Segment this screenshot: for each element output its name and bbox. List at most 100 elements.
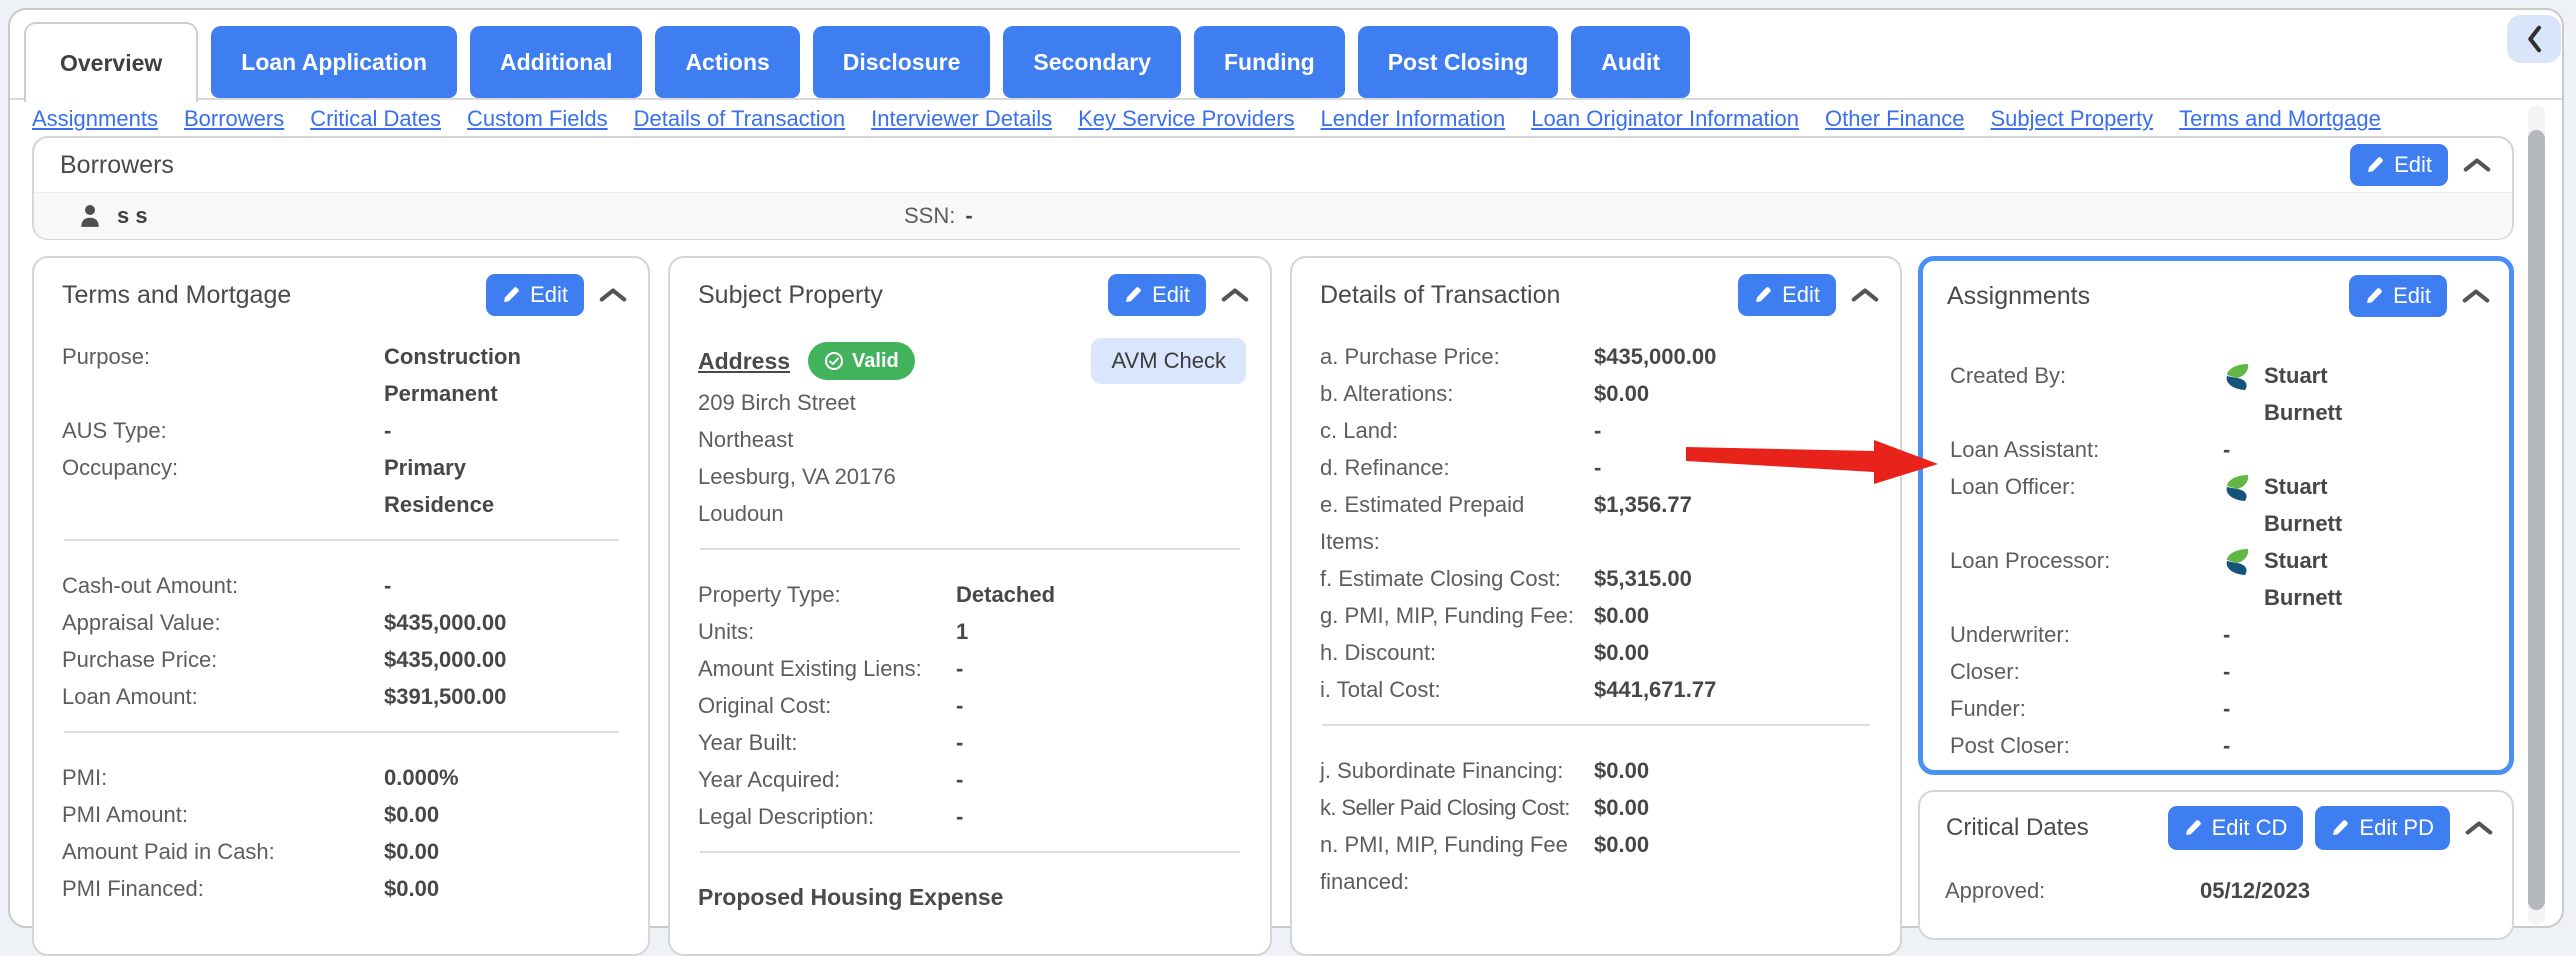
link-critical-dates[interactable]: Critical Dates — [310, 106, 441, 132]
field-row: AUS Type: - — [62, 418, 392, 443]
link-loan-originator-information[interactable]: Loan Originator Information — [1531, 106, 1799, 132]
terms-and-mortgage-collapse-chevron[interactable] — [598, 286, 628, 304]
field-row: n. PMI, MIP, Funding Fee financed: $0.00 — [1320, 832, 1650, 894]
field-row: Loan Amount: $391,500.00 — [62, 684, 507, 709]
company-logo-icon — [2223, 362, 2251, 403]
link-custom-fields[interactable]: Custom Fields — [467, 106, 608, 132]
field-row: Cash-out Amount: - — [62, 573, 392, 598]
field-row: Units: 1 — [698, 619, 969, 644]
address-label[interactable]: Address — [698, 343, 790, 380]
tab-actions[interactable]: Actions — [655, 26, 800, 98]
details-of-transaction-edit-button[interactable]: Edit — [1738, 274, 1836, 316]
check-circle-icon — [824, 351, 844, 371]
divider — [700, 548, 1240, 550]
field-row: b. Alterations: $0.00 — [1320, 381, 1650, 406]
tab-loan-application[interactable]: Loan Application — [211, 26, 457, 98]
tab-secondary[interactable]: Secondary — [1003, 26, 1181, 98]
terms-and-mortgage-panel: Terms and Mortgage Edit Purpose: Construc… — [32, 256, 650, 956]
tab-audit[interactable]: Audit — [1571, 26, 1691, 98]
link-lender-information[interactable]: Lender Information — [1321, 106, 1506, 132]
assignments-panel: Assignments Edit Created By: Stuart Burn… — [1918, 256, 2514, 775]
collapse-sidebar-button[interactable] — [2507, 15, 2561, 63]
field-row: h. Discount: $0.00 — [1320, 640, 1650, 665]
edit-cd-button[interactable]: Edit CD — [2167, 806, 2304, 850]
field-row: f. Estimate Closing Cost: $5,315.00 — [1320, 566, 1692, 591]
address-line: 209 Birch Street — [698, 390, 856, 415]
field-row: Created By: Stuart Burnett — [1950, 362, 2343, 425]
field-row: i. Total Cost: $441,671.77 — [1320, 677, 1717, 702]
field-row: Year Acquired: - — [698, 767, 964, 792]
borrowers-edit-button[interactable]: Edit — [2350, 144, 2448, 186]
field-row: PMI Amount: $0.00 — [62, 802, 440, 827]
scrollbar-thumb[interactable] — [2528, 130, 2545, 910]
section-links: Assignments Borrowers Critical Dates Cus… — [32, 106, 2381, 132]
field-row: Loan Assistant: - — [1950, 437, 2231, 462]
critical-dates-collapse-chevron[interactable] — [2464, 819, 2494, 837]
divider — [64, 539, 618, 541]
details-of-transaction-collapse-chevron[interactable] — [1850, 286, 1880, 304]
company-logo-icon — [2223, 547, 2251, 588]
details-of-transaction-title: Details of Transaction — [1320, 281, 1561, 309]
ssn-value: - — [965, 203, 973, 228]
link-assignments[interactable]: Assignments — [32, 106, 158, 132]
proposed-housing-expense-heading: Proposed Housing Expense — [698, 884, 1004, 910]
field-row: Approved: 05/12/2023 — [1945, 878, 2311, 903]
field-row: Year Built: - — [698, 730, 964, 755]
person-icon — [79, 204, 101, 228]
field-row: Amount Paid in Cash: $0.00 — [62, 839, 440, 864]
link-interviewer-details[interactable]: Interviewer Details — [871, 106, 1052, 132]
field-row: e. Estimated Prepaid Items: $1,356.77 — [1320, 492, 1692, 554]
address-line: Leesburg, VA 20176 — [698, 464, 896, 489]
field-row: Loan Processor: Stuart Burnett — [1950, 547, 2343, 610]
divider — [700, 851, 1240, 853]
subject-property-title: Subject Property — [698, 281, 883, 309]
link-terms-and-mortgage[interactable]: Terms and Mortgage — [2179, 106, 2381, 132]
borrowers-collapse-chevron[interactable] — [2462, 156, 2492, 174]
tab-post-closing[interactable]: Post Closing — [1357, 26, 1559, 98]
field-row: Loan Officer: Stuart Burnett — [1950, 473, 2343, 536]
link-details-of-transaction[interactable]: Details of Transaction — [634, 106, 846, 132]
borrower-row[interactable]: s s SSN: - — [34, 192, 2512, 239]
tab-additional[interactable]: Additional — [470, 26, 643, 98]
address-line: Loudoun — [698, 501, 784, 526]
company-logo-icon — [2223, 473, 2251, 514]
field-row: Purchase Price: $435,000.00 — [62, 647, 507, 672]
assignments-collapse-chevron[interactable] — [2461, 287, 2491, 305]
assignments-edit-button[interactable]: Edit — [2349, 275, 2447, 317]
pencil-icon — [2365, 287, 2383, 305]
tab-disclosure[interactable]: Disclosure — [812, 26, 991, 98]
subject-property-edit-button[interactable]: Edit — [1108, 274, 1206, 316]
chevron-up-icon — [2462, 156, 2492, 174]
tab-bar: Overview Loan Application Additional Act… — [24, 22, 1691, 102]
pencil-icon — [1124, 286, 1142, 304]
field-row: k. Seller Paid Closing Cost: $0.00 — [1320, 795, 1650, 820]
edit-pd-button[interactable]: Edit PD — [2315, 806, 2450, 850]
borrowers-title: Borrowers — [60, 150, 174, 179]
link-subject-property[interactable]: Subject Property — [1990, 106, 2153, 132]
field-row: j. Subordinate Financing: $0.00 — [1320, 758, 1650, 783]
link-borrowers[interactable]: Borrowers — [184, 106, 284, 132]
pencil-icon — [2366, 156, 2384, 174]
chevron-up-icon — [1220, 286, 1250, 304]
pencil-icon — [502, 286, 520, 304]
subject-property-collapse-chevron[interactable] — [1220, 286, 1250, 304]
terms-and-mortgage-title: Terms and Mortgage — [62, 281, 292, 309]
tab-overview[interactable]: Overview — [24, 22, 199, 102]
field-row: a. Purchase Price: $435,000.00 — [1320, 344, 1717, 369]
chevron-up-icon — [2464, 819, 2494, 837]
details-of-transaction-panel: Details of Transaction Edit a. Purchase … — [1290, 256, 1902, 956]
field-row: d. Refinance: - — [1320, 455, 1602, 480]
chevron-up-icon — [2461, 287, 2491, 305]
divider — [1322, 724, 1870, 726]
link-other-finance[interactable]: Other Finance — [1825, 106, 1964, 132]
field-row: Purpose: Construction Permanent — [62, 344, 521, 406]
avm-check-button[interactable]: AVM Check — [1091, 338, 1246, 384]
assignments-title: Assignments — [1947, 282, 2091, 310]
main-card: Overview Loan Application Additional Act… — [8, 8, 2564, 956]
terms-and-mortgage-edit-button[interactable]: Edit — [486, 274, 584, 316]
field-row: Closer: - — [1950, 659, 2231, 684]
field-row: Property Type: Detached — [698, 582, 1056, 607]
link-key-service-providers[interactable]: Key Service Providers — [1078, 106, 1294, 132]
tab-funding[interactable]: Funding — [1194, 26, 1345, 98]
field-row: Appraisal Value: $435,000.00 — [62, 610, 507, 635]
